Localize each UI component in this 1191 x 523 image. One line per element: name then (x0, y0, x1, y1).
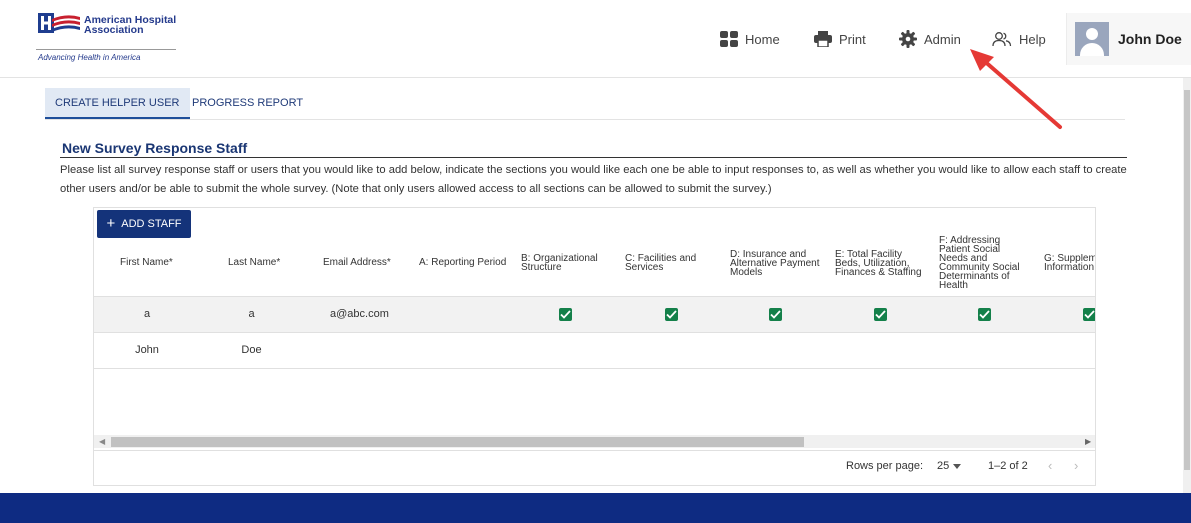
horizontal-scroll-thumb[interactable] (111, 437, 804, 447)
col-b-line2: Structure (521, 262, 562, 273)
caret-down-icon (953, 463, 962, 469)
nav-print-label: Print (839, 31, 866, 47)
title-divider (60, 157, 1127, 158)
nav-print[interactable]: Print (814, 28, 866, 50)
cell-first-name[interactable]: a (120, 297, 174, 332)
pagination-range: 1–2 of 2 (988, 460, 1028, 472)
grid-footer-divider (94, 450, 1095, 451)
col-header-section-a[interactable]: A: Reporting Period (419, 258, 506, 268)
scroll-right-arrow-icon[interactable]: ▶ (1085, 437, 1091, 446)
col-f-line6: Health (939, 280, 968, 291)
prev-page-button[interactable]: ‹ (1048, 458, 1052, 473)
col-header-first-name[interactable]: First Name* (120, 258, 173, 268)
table-row[interactable]: John Doe (94, 332, 1095, 368)
col-d-line3: Models (730, 267, 763, 278)
page-title: New Survey Response Staff (62, 140, 248, 156)
logo-org-name: American Hospital Association (84, 15, 176, 36)
rows-per-page-value: 25 (937, 460, 950, 472)
plus-icon: + (106, 215, 116, 232)
logo-name-line2: Association (84, 24, 144, 36)
col-header-section-b[interactable]: B: Organizational Structure (521, 254, 598, 273)
logo-divider (36, 49, 176, 50)
table-row-empty (94, 368, 1095, 404)
avatar-head (1086, 28, 1098, 40)
nav-admin-label: Admin (924, 31, 961, 47)
check-icon (875, 310, 886, 319)
horizontal-scrollbar[interactable]: ◀ ▶ (94, 435, 1095, 448)
col-header-email[interactable]: Email Address* (323, 258, 391, 268)
user-name: John Doe (1118, 31, 1182, 47)
main-content: CREATE HELPER USER PROGRESS REPORT New S… (0, 78, 1183, 493)
cell-first-name[interactable]: John (120, 333, 174, 368)
rows-per-page-select[interactable]: 25 (937, 460, 962, 472)
col-header-section-e[interactable]: E: Total Facility Beds, Utilization, Fin… (835, 250, 922, 278)
table-row[interactable]: a a a@abc.com (94, 296, 1095, 332)
col-header-section-g[interactable]: G: Supplem Information (1044, 254, 1095, 273)
aha-logo[interactable]: American Hospital Association Advancing … (28, 11, 178, 69)
footer-bar (0, 493, 1191, 523)
add-staff-label: ADD STAFF (121, 218, 182, 230)
cell-email[interactable]: a@abc.com (330, 297, 389, 332)
col-e-line3: Finances & Staffing (835, 267, 922, 278)
section-b-checkbox[interactable] (559, 308, 572, 321)
scroll-left-arrow-icon[interactable]: ◀ (99, 437, 105, 446)
tab-progress-report[interactable]: PROGRESS REPORT (182, 88, 313, 119)
next-page-button[interactable]: › (1074, 458, 1078, 473)
col-header-section-d[interactable]: D: Insurance and Alternative Payment Mod… (730, 250, 820, 278)
check-icon (1084, 310, 1095, 319)
check-icon (560, 310, 571, 319)
col-header-last-name[interactable]: Last Name* (228, 258, 280, 268)
grid-icon (720, 31, 738, 47)
add-staff-button[interactable]: + ADD STAFF (97, 210, 191, 238)
vertical-scrollbar[interactable] (1183, 78, 1191, 493)
check-icon (770, 310, 781, 319)
section-e-checkbox[interactable] (874, 308, 887, 321)
gear-icon (899, 30, 917, 48)
col-g-line2: Information (1044, 262, 1095, 273)
col-header-section-c[interactable]: C: Facilities and Services (625, 254, 696, 273)
section-c-checkbox[interactable] (665, 308, 678, 321)
annotation-arrow-icon (970, 49, 1062, 129)
cell-last-name[interactable]: a (228, 297, 275, 332)
section-d-checkbox[interactable] (769, 308, 782, 321)
col-c-line2: Services (625, 262, 664, 273)
section-g-checkbox[interactable] (1083, 308, 1095, 321)
user-menu[interactable]: John Doe (1066, 13, 1191, 65)
logo-tagline: Advancing Health in America (38, 53, 141, 62)
rows-per-page-label: Rows per page: (846, 460, 924, 472)
avatar-body (1080, 43, 1104, 56)
avatar (1075, 22, 1109, 56)
section-description: Please list all survey response staff or… (60, 164, 1127, 195)
aha-logo-mark-icon (38, 13, 80, 33)
tab-create-helper-user[interactable]: CREATE HELPER USER (45, 88, 190, 119)
check-icon (979, 310, 990, 319)
check-icon (666, 310, 677, 319)
staff-grid: + ADD STAFF First Name* Last Name* Email… (93, 207, 1096, 486)
col-header-section-f[interactable]: F: Addressing Patient Social Needs and C… (939, 236, 1020, 291)
cell-last-name[interactable]: Doe (228, 333, 275, 368)
vertical-scroll-thumb[interactable] (1184, 90, 1190, 470)
nav-home-label: Home (745, 31, 780, 47)
section-f-checkbox[interactable] (978, 308, 991, 321)
nav-admin[interactable]: Admin (899, 28, 961, 50)
printer-icon (814, 31, 832, 47)
nav-home[interactable]: Home (720, 28, 780, 50)
